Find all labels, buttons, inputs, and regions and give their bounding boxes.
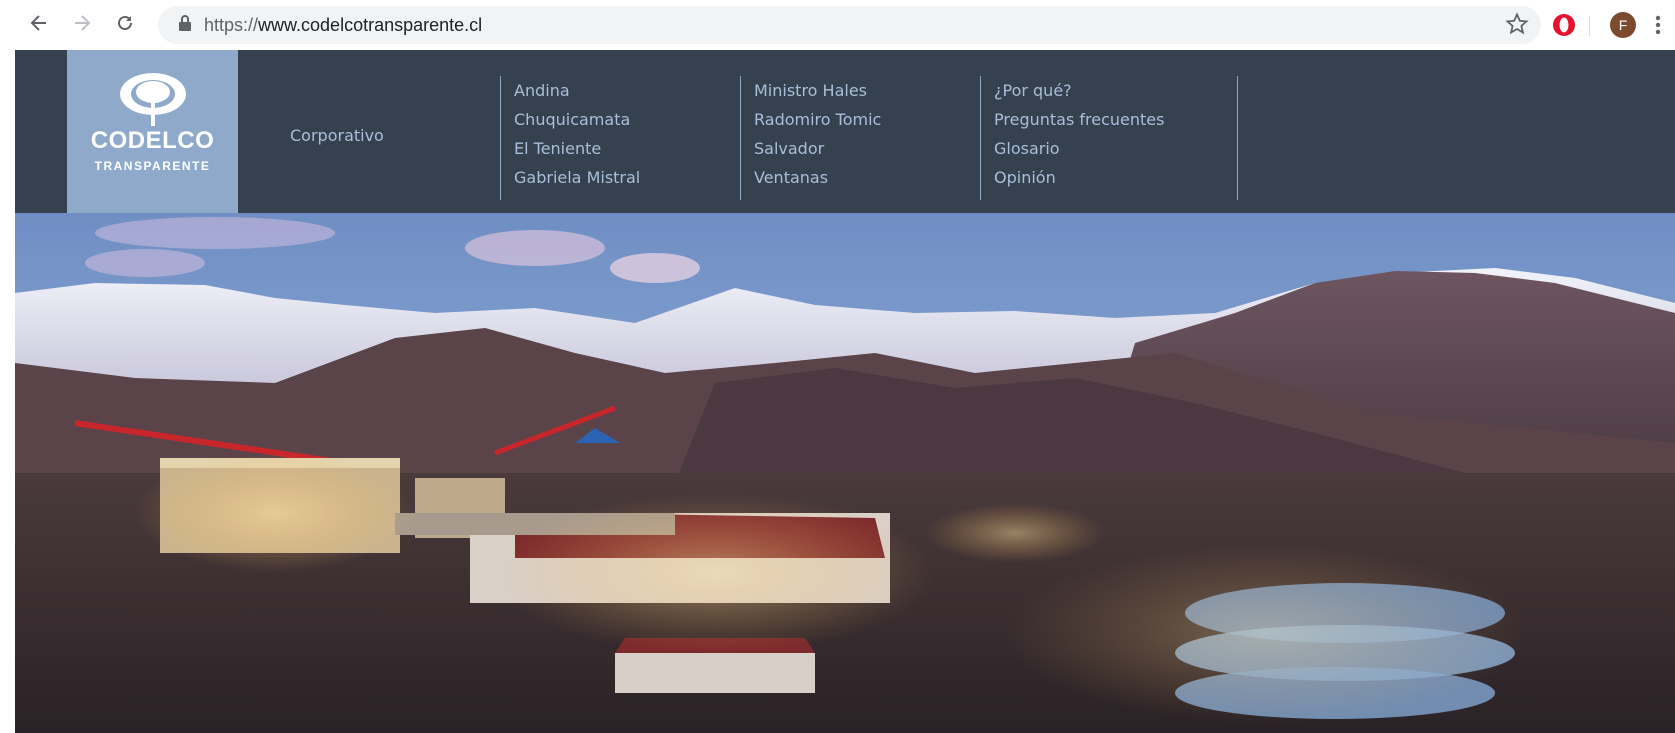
back-button[interactable] (24, 8, 54, 38)
nav-por-que[interactable]: ¿Por qué? (994, 81, 1072, 100)
nav-column-divisiones-2: Ministro Hales Radomiro Tomic Salvador V… (740, 76, 881, 200)
back-arrow-icon (30, 15, 46, 31)
nav-glosario[interactable]: Glosario (994, 139, 1060, 158)
nav-ministro-hales[interactable]: Ministro Hales (754, 81, 867, 100)
nav-gabriela-mistral[interactable]: Gabriela Mistral (514, 168, 640, 187)
opera-icon[interactable] (1551, 12, 1577, 42)
site-logo[interactable]: CODELCO TRANSPARENTE (67, 50, 238, 218)
address-url[interactable]: https://www.codelcotransparente.cl (204, 15, 482, 36)
nav-column-end-divider (1237, 76, 1238, 200)
nav-andina[interactable]: Andina (514, 81, 570, 100)
toolbar-separator (1589, 16, 1590, 36)
reload-icon (118, 15, 132, 30)
nav-salvador[interactable]: Salvador (754, 139, 824, 158)
codelco-logo-icon (120, 73, 186, 126)
nav-preguntas-frecuentes[interactable]: Preguntas frecuentes (994, 110, 1164, 129)
forward-arrow-icon (75, 15, 91, 31)
star-icon[interactable] (1505, 12, 1529, 40)
hero-image (15, 213, 1675, 733)
nav-ventanas[interactable]: Ventanas (754, 168, 828, 187)
kebab-menu-icon[interactable] (1654, 14, 1662, 40)
site-header: CODELCO TRANSPARENTE Corporativo Andina … (15, 50, 1675, 218)
nav-corporativo[interactable]: Corporativo (290, 126, 384, 145)
lock-icon (178, 14, 192, 36)
nav-el-teniente[interactable]: El Teniente (514, 139, 601, 158)
reload-button[interactable] (110, 8, 140, 38)
nav-radomiro-tomic[interactable]: Radomiro Tomic (754, 110, 881, 129)
nav-column-info: ¿Por qué? Preguntas frecuentes Glosario … (980, 76, 1164, 200)
nav-column-divisiones-1: Andina Chuquicamata El Teniente Gabriela… (500, 76, 640, 200)
logo-name: CODELCO (90, 127, 215, 154)
logo-subtitle: TRANSPARENTE (94, 159, 211, 173)
forward-button[interactable] (67, 8, 97, 38)
browser-toolbar: https://www.codelcotransparente.cl F (0, 0, 1675, 50)
nav-opinion[interactable]: Opinión (994, 168, 1056, 187)
profile-avatar[interactable]: F (1610, 12, 1636, 38)
nav-chuquicamata[interactable]: Chuquicamata (514, 110, 630, 129)
